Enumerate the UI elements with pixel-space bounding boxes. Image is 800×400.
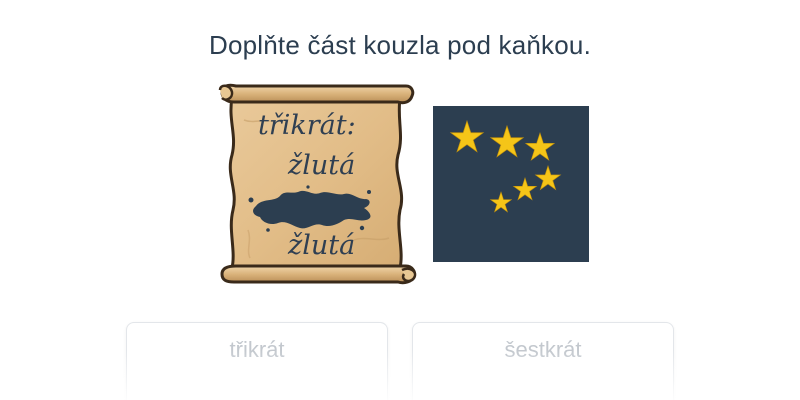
spell-scroll: třikrát: žlutá žlutá xyxy=(214,80,420,286)
question-prompt: Doplňte část kouzla pod kaňkou. xyxy=(209,30,591,60)
scroll-line-2: žlutá xyxy=(288,150,356,181)
scroll-line-1: třikrát: xyxy=(258,110,356,141)
answer-option-2[interactable]: šestkrát xyxy=(412,322,674,400)
quiz-stage: Doplňte část kouzla pod kaňkou. třikrát:… xyxy=(0,0,800,400)
answer-option-1[interactable]: třikrát xyxy=(126,322,388,400)
ink-blot-icon xyxy=(248,185,371,232)
stars-background xyxy=(433,106,589,262)
answer-option-1-label: třikrát xyxy=(229,337,285,362)
answer-option-2-label: šestkrát xyxy=(504,337,582,362)
bottom-fade xyxy=(0,350,800,400)
stars-picture xyxy=(433,106,589,262)
stars-illustration xyxy=(433,106,589,262)
scroll-line-3: žlutá xyxy=(288,230,356,261)
